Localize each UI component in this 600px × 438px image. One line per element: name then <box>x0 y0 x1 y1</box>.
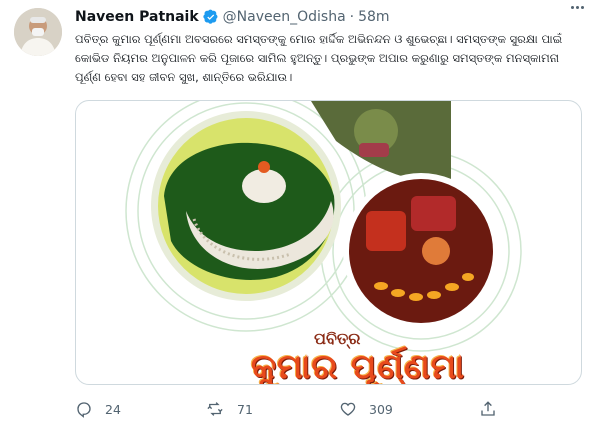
share-icon <box>479 400 497 418</box>
media-caption-small: ପବିତ୍ର <box>314 329 361 348</box>
author-handle[interactable]: @Naveen_Odisha <box>223 9 346 25</box>
separator-dot: · <box>349 9 355 25</box>
reply-icon <box>75 400 93 418</box>
like-count: 309 <box>369 401 393 417</box>
media-caption-title: କୁମାର ପୂର୍ଣ୍ଣମା <box>251 347 465 385</box>
retweet-count: 71 <box>237 401 253 417</box>
verified-badge-icon <box>203 9 219 25</box>
retweet-icon <box>205 400 225 418</box>
more-icon[interactable] <box>571 6 584 9</box>
like-icon <box>339 400 357 418</box>
reply-count: 24 <box>105 401 121 417</box>
tweet-media[interactable]: ପବିତ୍ର କୁମାର ପୂର୍ଣ୍ଣମା <box>75 100 582 385</box>
tweet-timestamp[interactable]: 58m <box>358 9 389 25</box>
share-button[interactable] <box>479 396 497 422</box>
reply-button[interactable]: 24 <box>75 396 121 422</box>
like-button[interactable]: 309 <box>339 396 393 422</box>
tweet-actions: 24 71 309 <box>75 396 580 422</box>
retweet-button[interactable]: 71 <box>205 396 253 422</box>
author-name[interactable]: Naveen Patnaik <box>75 9 199 25</box>
tweet-text: ପବିତ୍ର କୁମାର ପୂର୍ଣ୍ଣମା ଅବସରରେ ସମସ୍ତଙ୍କୁ … <box>75 32 566 84</box>
tweet-header: Naveen Patnaik @Naveen_Odisha · 58m <box>75 6 590 28</box>
avatar-image <box>14 8 62 56</box>
avatar[interactable] <box>14 8 62 56</box>
